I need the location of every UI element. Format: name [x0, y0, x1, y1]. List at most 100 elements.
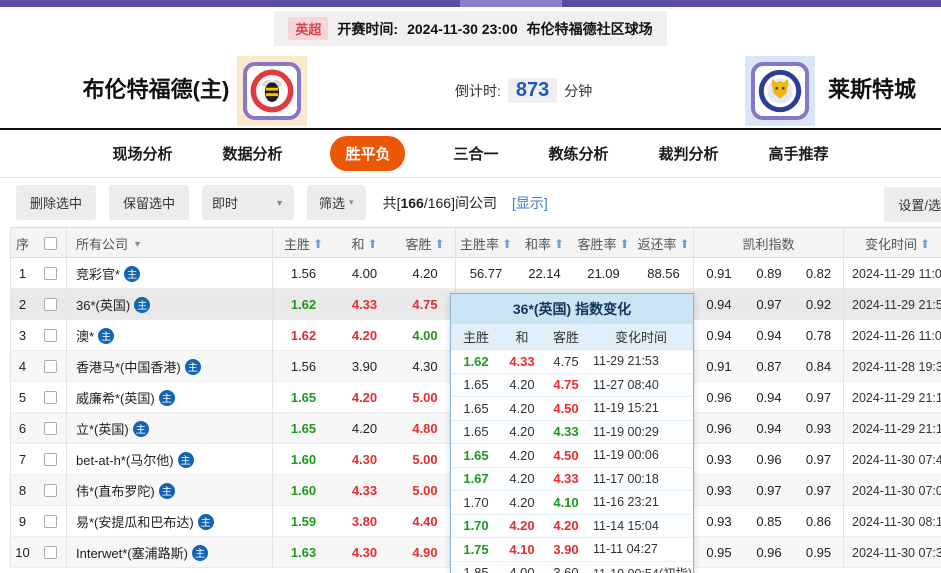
company-cell[interactable]: 易*(安提瓜和巴布达) 主 — [67, 506, 273, 537]
primary-odds-icon: 主 — [197, 513, 214, 530]
kelly-home: 0.95 — [706, 545, 732, 560]
col-change-time[interactable]: 变化时间 ⬆ — [844, 228, 941, 259]
keep-selected-button[interactable]: 保留选中 — [109, 185, 190, 220]
row-checkbox[interactable] — [43, 515, 57, 528]
popup-change-time: 11-29 21:53 — [593, 354, 659, 369]
row-checkbox[interactable] — [43, 298, 57, 311]
tab-2[interactable]: 胜平负 — [330, 136, 406, 171]
col-seq: 序 — [15, 237, 29, 252]
home-odds: 1.65 — [290, 421, 317, 436]
col-payout-rate[interactable]: 返还率 ⬆ — [634, 228, 694, 259]
col-draw-rate[interactable]: 和率 ⬆ — [516, 228, 573, 259]
payout-rate: 88.56 — [634, 258, 694, 289]
row-checkbox[interactable] — [43, 391, 57, 404]
time-filter-dropdown[interactable]: 即时 ▼ — [202, 185, 295, 220]
away-rate: 21.09 — [587, 266, 620, 281]
row-index: 10 — [15, 545, 30, 560]
company-cell[interactable]: 伟*(直布罗陀) 主 — [67, 475, 273, 506]
row-checkbox[interactable] — [43, 546, 57, 559]
change-time: 2024-11-28 19:32 — [852, 359, 941, 374]
sort-asc-icon: ⬆ — [434, 236, 445, 251]
kelly-away: 0.97 — [794, 444, 844, 475]
kelly-draw: 0.94 — [756, 390, 782, 405]
popup-change-time: 11-11 04:27 — [593, 542, 658, 557]
popup-home-odds: 1.85 — [463, 565, 489, 573]
tab-5[interactable]: 裁判分析 — [657, 137, 721, 170]
popup-row: 1.85 4.00 3.60 11-10 00:54(初指) — [451, 561, 693, 573]
col-away-rate[interactable]: 客胜率 ⬆ — [573, 228, 634, 259]
company-cell[interactable]: 香港马*(中国香港) 主 — [67, 351, 273, 382]
sort-asc-icon: ⬆ — [553, 236, 565, 251]
countdown-label: 倒计时: — [455, 82, 501, 99]
popup-draw-odds: 4.20 — [509, 377, 535, 393]
company-cell[interactable]: 立*(英国) 主 — [67, 413, 273, 444]
row-checkbox[interactable] — [43, 329, 57, 342]
row-index: 6 — [18, 421, 27, 436]
home-team-name: 布伦特福德(主) — [82, 77, 230, 102]
company-cell[interactable]: 竞彩官* 主 — [67, 258, 273, 289]
settings-button[interactable]: 设置/选 — [884, 187, 941, 222]
popup-body: 1.62 4.33 4.75 11-29 21:53 1.65 4.20 4.7… — [451, 350, 693, 573]
tab-1[interactable]: 数据分析 — [220, 137, 284, 170]
away-odds: 5.00 — [395, 444, 456, 475]
row-checkbox[interactable] — [43, 422, 57, 435]
tab-6[interactable]: 高手推荐 — [767, 137, 831, 170]
kelly-away: 0.86 — [794, 506, 844, 537]
company-cell[interactable]: 36*(英国) 主 — [67, 289, 273, 320]
popup-change-time: 11-19 00:06 — [593, 448, 659, 463]
popup-away-odds: 4.75 — [553, 353, 579, 369]
kelly-away: 0.92 — [794, 289, 844, 320]
kelly-draw: 0.96 — [756, 545, 782, 560]
popup-home-odds: 1.67 — [463, 471, 489, 487]
company-cell[interactable]: 澳* 主 — [67, 320, 273, 351]
home-odds: 1.56 — [290, 359, 317, 374]
show-link[interactable]: [显示] — [512, 193, 548, 213]
draw-odds: 3.80 — [351, 514, 378, 529]
row-index: 1 — [18, 266, 27, 281]
kelly-home: 0.93 — [706, 452, 732, 467]
sort-asc-icon: ⬆ — [501, 236, 513, 251]
company-name: 澳* — [76, 329, 95, 344]
popup-change-time: 11-19 15:21 — [593, 401, 659, 416]
tab-0[interactable]: 现场分析 — [110, 137, 174, 170]
away-odds: 5.00 — [395, 382, 456, 413]
popup-home-odds: 1.65 — [463, 400, 489, 416]
row-checkbox[interactable] — [43, 484, 57, 497]
row-index: 3 — [18, 328, 27, 343]
tab-3[interactable]: 三合一 — [451, 137, 500, 170]
company-cell[interactable]: Interwet*(塞浦路斯) 主 — [67, 537, 273, 568]
sort-asc-icon: ⬆ — [312, 236, 324, 251]
row-index: 2 — [18, 297, 27, 312]
tab-4[interactable]: 教练分析 — [547, 137, 611, 170]
popup-row: 1.65 4.20 4.33 11-19 00:29 — [451, 420, 693, 444]
col-home-odds[interactable]: 主胜 ⬆ — [273, 228, 334, 259]
select-all-checkbox[interactable] — [43, 237, 57, 250]
home-odds: 1.63 — [290, 545, 317, 560]
col-home-rate[interactable]: 主胜率 ⬆ — [456, 228, 516, 259]
row-index: 4 — [18, 359, 27, 374]
header-divider — [0, 128, 941, 130]
change-time: 2024-11-30 08:19 — [852, 514, 941, 529]
col-draw-odds[interactable]: 和 ⬆ — [334, 228, 395, 259]
col-company[interactable]: 所有公司 ▼ — [67, 228, 273, 259]
leicester-crest-icon — [758, 69, 802, 113]
top-accent-bar — [0, 0, 941, 7]
row-checkbox[interactable] — [43, 453, 57, 466]
league-badge: 英超 — [288, 17, 329, 40]
row-checkbox[interactable] — [43, 267, 57, 280]
delete-selected-button[interactable]: 删除选中 — [16, 185, 97, 220]
kelly-draw: 0.97 — [756, 483, 782, 498]
popup-home-odds: 1.65 — [463, 447, 489, 463]
popup-title: 36*(英国) 指数变化 — [451, 294, 693, 324]
caret-down-icon: ▼ — [133, 238, 142, 249]
change-time: 2024-11-30 07:46 — [852, 452, 941, 467]
company-cell[interactable]: bet-at-h*(马尔他) 主 — [67, 444, 273, 475]
primary-odds-icon: 主 — [124, 265, 141, 282]
popup-change-time: 11-17 00:18 — [593, 471, 659, 486]
filter-dropdown[interactable]: 筛选 ▾ — [307, 185, 366, 220]
col-away-odds[interactable]: 客胜 ⬆ — [395, 228, 456, 259]
row-checkbox[interactable] — [43, 360, 57, 373]
draw-odds: 4.20 — [351, 328, 378, 343]
company-cell[interactable]: 威廉希*(英国) 主 — [67, 382, 273, 413]
popup-col-home: 主胜 — [462, 330, 489, 345]
